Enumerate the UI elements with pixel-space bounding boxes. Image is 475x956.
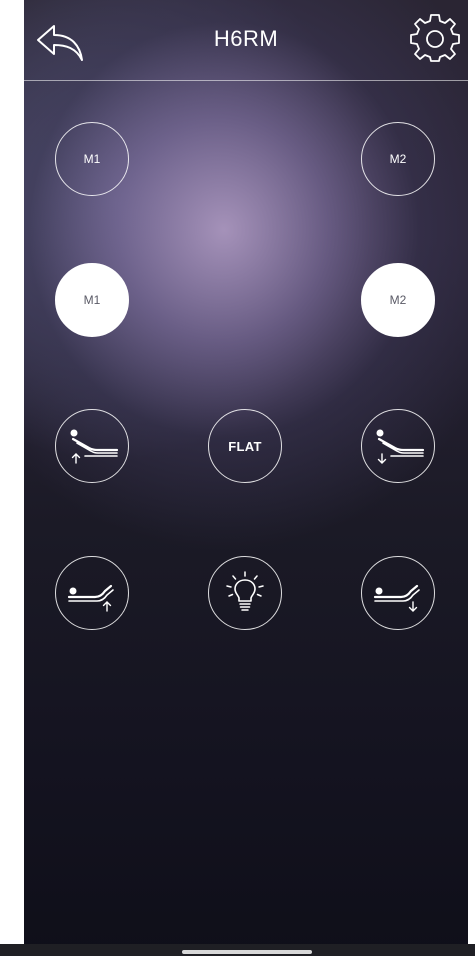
foot-down-icon <box>373 584 420 612</box>
foot-down-button[interactable] <box>361 556 435 630</box>
page-title: H6RM <box>213 26 279 51</box>
head-up-icon <box>70 429 119 464</box>
header-bar: H6RM <box>24 0 468 81</box>
save-memory-m1-button[interactable]: M1 <box>55 263 129 337</box>
light-bulb-icon <box>226 571 264 611</box>
save-memory-m2-label: M2 <box>389 293 407 307</box>
save-memory-m1-label: M1 <box>83 293 101 307</box>
memory-m2-label: M2 <box>389 152 407 166</box>
head-down-button[interactable] <box>361 409 435 483</box>
home-indicator-bar[interactable] <box>182 950 312 954</box>
remote-screen: H6RM M1 M2 M1 M2 FLAT <box>24 0 468 956</box>
foot-up-button[interactable] <box>55 556 129 630</box>
memory-m1-label: M1 <box>83 152 101 166</box>
flat-button[interactable]: FLAT <box>208 409 282 483</box>
flat-label: FLAT <box>228 438 262 454</box>
save-memory-m2-button[interactable]: M2 <box>361 263 435 337</box>
head-down-icon <box>376 429 425 464</box>
settings-button[interactable] <box>410 14 460 64</box>
memory-m2-button[interactable]: M2 <box>361 122 435 196</box>
light-button[interactable] <box>208 556 282 630</box>
head-up-button[interactable] <box>55 409 129 483</box>
gear-icon <box>410 14 460 62</box>
memory-m1-button[interactable]: M1 <box>55 122 129 196</box>
foot-up-icon <box>67 584 114 612</box>
